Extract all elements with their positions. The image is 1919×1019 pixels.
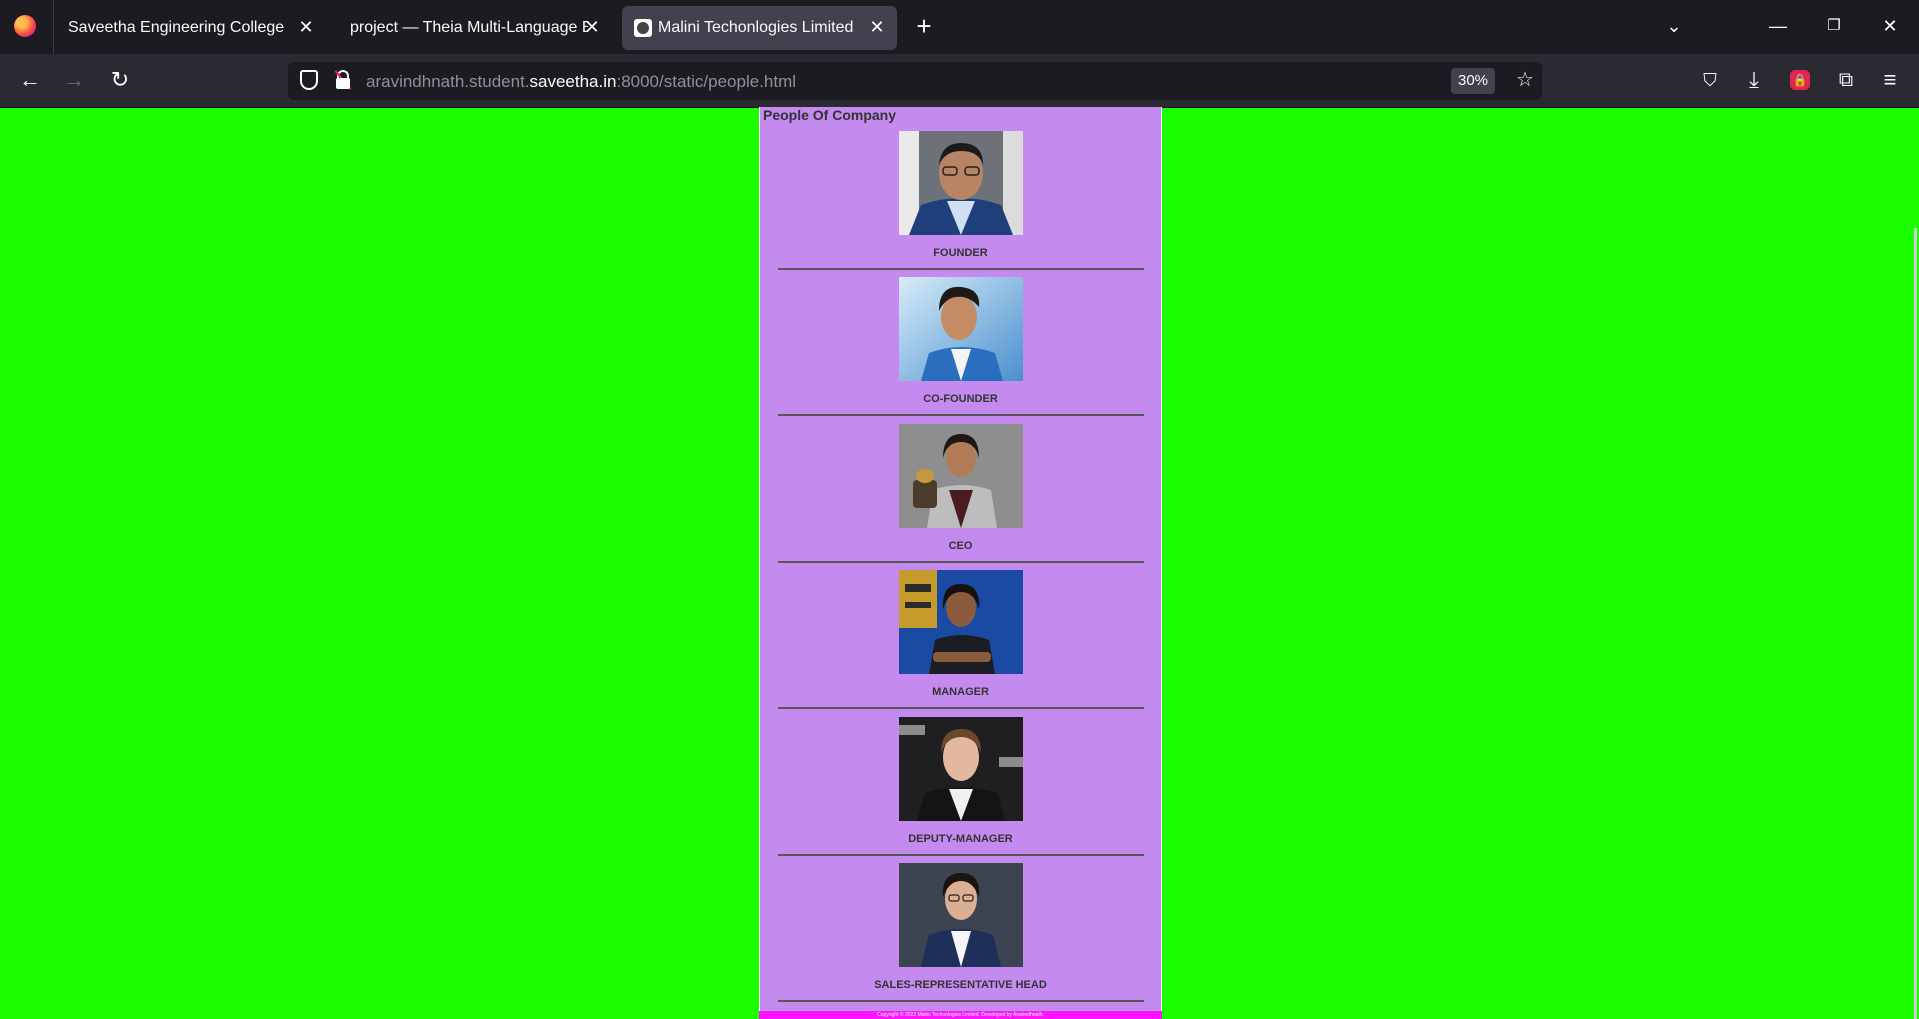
person-role: CEO: [948, 540, 973, 552]
url-text[interactable]: aravindhnath.student.saveetha.in:8000/st…: [366, 72, 796, 92]
divider: [778, 561, 1144, 563]
tab-label: Malini Techonlogies Limited: [658, 19, 854, 36]
ceo-photo: [899, 424, 1023, 528]
tab-saveetha[interactable]: Saveetha Engineering College ✕: [56, 6, 326, 50]
url-path: :8000/static/people.html: [616, 72, 797, 91]
person-card: SALES-REPRESENTATIVE HEAD: [760, 863, 1161, 1009]
co-founder-photo: [899, 277, 1023, 381]
divider: [778, 854, 1144, 856]
tab-label: Saveetha Engineering College: [68, 19, 285, 36]
tab-label: project — Theia Multi-Language Ex: [350, 19, 588, 36]
tab-theia-project[interactable]: project — Theia Multi-Language Ex ✕: [338, 6, 608, 50]
list-all-tabs-icon[interactable]: ⌄: [1656, 10, 1692, 42]
navigation-toolbar: ← → ↻ aravindhnath.student.saveetha.in:8…: [0, 54, 1919, 108]
person-card: CO-FOUNDER: [760, 277, 1161, 423]
divider: [778, 707, 1144, 709]
url-host: saveetha.in: [529, 72, 617, 91]
close-icon[interactable]: ✕: [296, 17, 316, 37]
close-icon[interactable]: ✕: [582, 17, 602, 37]
person-role: MANAGER: [932, 686, 989, 698]
tab-malini[interactable]: Malini Techonlogies Limited ✕: [622, 6, 897, 50]
tab-separator: [53, 0, 54, 54]
person-role: CO-FOUNDER: [923, 393, 998, 405]
divider: [778, 1000, 1144, 1002]
minimize-icon[interactable]: —: [1760, 10, 1796, 42]
divider: [778, 268, 1144, 270]
divider: [778, 414, 1144, 416]
favicon-icon: [634, 19, 652, 37]
firefox-logo-icon[interactable]: [14, 15, 36, 37]
person-card: CEO: [760, 424, 1161, 570]
person-card: MANAGER: [760, 570, 1161, 716]
bookmark-star-icon[interactable]: ☆: [1510, 65, 1540, 95]
back-icon[interactable]: ←: [14, 64, 46, 96]
forward-icon[interactable]: →: [58, 64, 90, 96]
page-title: People Of Company: [763, 107, 897, 123]
manager-photo: [899, 570, 1023, 674]
footer: Copyright © 2022 Malini Techonlogies Lim…: [759, 1011, 1162, 1019]
pocket-icon[interactable]: ⛉: [1694, 64, 1726, 96]
extensions-puzzle-icon[interactable]: ⧉: [1830, 64, 1862, 96]
founder-photo: [899, 131, 1023, 235]
person-role: FOUNDER: [933, 247, 988, 259]
address-bar[interactable]: aravindhnath.student.saveetha.in:8000/st…: [288, 62, 1542, 100]
reload-icon[interactable]: ↻: [104, 64, 136, 96]
deputy-manager-photo: [899, 717, 1023, 821]
extension-lock-icon[interactable]: 🔒: [1790, 70, 1810, 90]
sales-representative-head-photo: [899, 863, 1023, 967]
person-card: FOUNDER: [760, 131, 1161, 277]
person-role: SALES-REPRESENTATIVE HEAD: [874, 979, 1047, 991]
tracking-protection-shield-icon[interactable]: [300, 70, 318, 90]
downloads-icon[interactable]: ⤓: [1738, 64, 1770, 96]
person-card: DEPUTY-MANAGER: [760, 717, 1161, 863]
new-tab-button[interactable]: +: [908, 11, 940, 43]
menu-icon[interactable]: ≡: [1874, 64, 1906, 96]
tab-strip: Saveetha Engineering College ✕ project —…: [0, 0, 1919, 54]
zoom-level-button[interactable]: 30%: [1451, 68, 1495, 94]
url-prefix: aravindhnath.student.: [366, 72, 530, 91]
insecure-lock-icon[interactable]: [334, 70, 352, 90]
person-role: DEPUTY-MANAGER: [908, 833, 1013, 845]
close-window-icon[interactable]: ✕: [1872, 10, 1908, 42]
restore-icon[interactable]: ❐: [1816, 10, 1852, 42]
page-scrollbar[interactable]: [1914, 228, 1917, 1019]
close-icon[interactable]: ✕: [867, 17, 887, 37]
people-panel: People Of Company FOUNDER CO-FOUNDER CEO…: [759, 107, 1162, 1019]
